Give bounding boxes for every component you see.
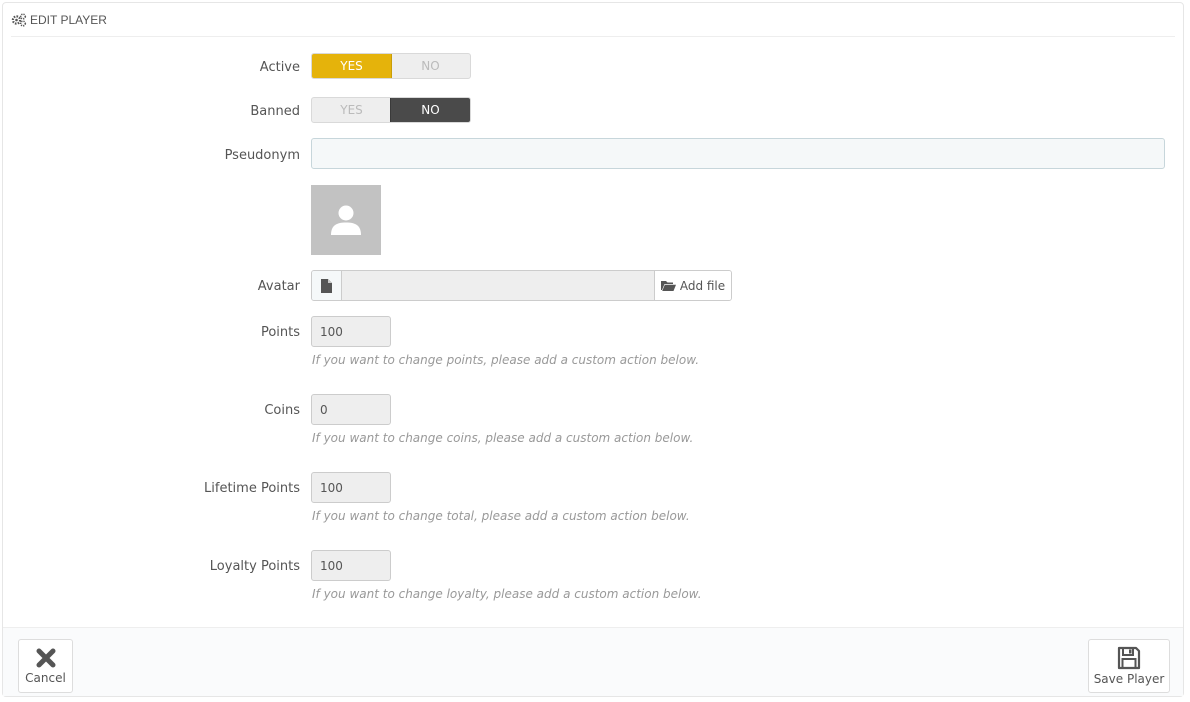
avatar-preview	[311, 185, 381, 255]
active-no-option[interactable]: NO	[391, 54, 470, 78]
save-player-label: Save Player	[1093, 672, 1165, 686]
pseudonym-input[interactable]	[311, 138, 1165, 169]
banned-no-option[interactable]: NO	[390, 98, 470, 122]
add-file-button[interactable]: Add file	[654, 271, 731, 300]
user-icon	[331, 205, 361, 235]
folder-open-icon	[660, 281, 676, 291]
lifetime-points-help: If you want to change total, please add …	[312, 509, 690, 523]
save-player-button[interactable]: Save Player	[1088, 639, 1170, 693]
coins-input[interactable]: 0	[311, 394, 391, 425]
cancel-label: Cancel	[25, 671, 66, 685]
loyalty-points-input[interactable]: 100	[311, 550, 391, 581]
panel-footer: Cancel Save Player	[3, 627, 1183, 696]
points-label: Points	[260, 325, 300, 340]
add-file-label: Add file	[679, 278, 726, 293]
active-label: Active	[259, 60, 300, 75]
cancel-button[interactable]: Cancel	[18, 639, 73, 693]
avatar-file-group: Add file	[311, 270, 732, 301]
banned-switch[interactable]: YES NO	[311, 97, 471, 123]
loyalty-points-label: Loyalty Points	[209, 559, 300, 574]
coins-label: Coins	[264, 403, 300, 418]
active-yes-option[interactable]: YES	[312, 54, 392, 78]
close-icon	[36, 648, 55, 668]
avatar-file-name[interactable]	[342, 271, 654, 300]
lifetime-points-label: Lifetime Points	[204, 481, 300, 496]
save-icon	[1117, 646, 1141, 670]
panel-heading: EDIT PLAYER	[11, 3, 1175, 37]
loyalty-points-help: If you want to change loyalty, please ad…	[312, 587, 702, 601]
active-switch[interactable]: YES NO	[311, 53, 471, 79]
banned-label: Banned	[250, 104, 300, 119]
cogs-icon	[11, 12, 27, 27]
edit-player-panel: EDIT PLAYER Active YES NO Banned YES NO …	[2, 2, 1184, 697]
file-icon	[312, 271, 342, 300]
points-input[interactable]: 100	[311, 316, 391, 347]
coins-help: If you want to change coins, please add …	[312, 431, 694, 445]
banned-yes-option[interactable]: YES	[312, 98, 391, 122]
pseudonym-label: Pseudonym	[224, 148, 300, 163]
avatar-label: Avatar	[257, 279, 300, 294]
lifetime-points-input[interactable]: 100	[311, 472, 391, 503]
points-help: If you want to change points, please add…	[312, 353, 700, 367]
panel-title: EDIT PLAYER	[30, 12, 107, 27]
